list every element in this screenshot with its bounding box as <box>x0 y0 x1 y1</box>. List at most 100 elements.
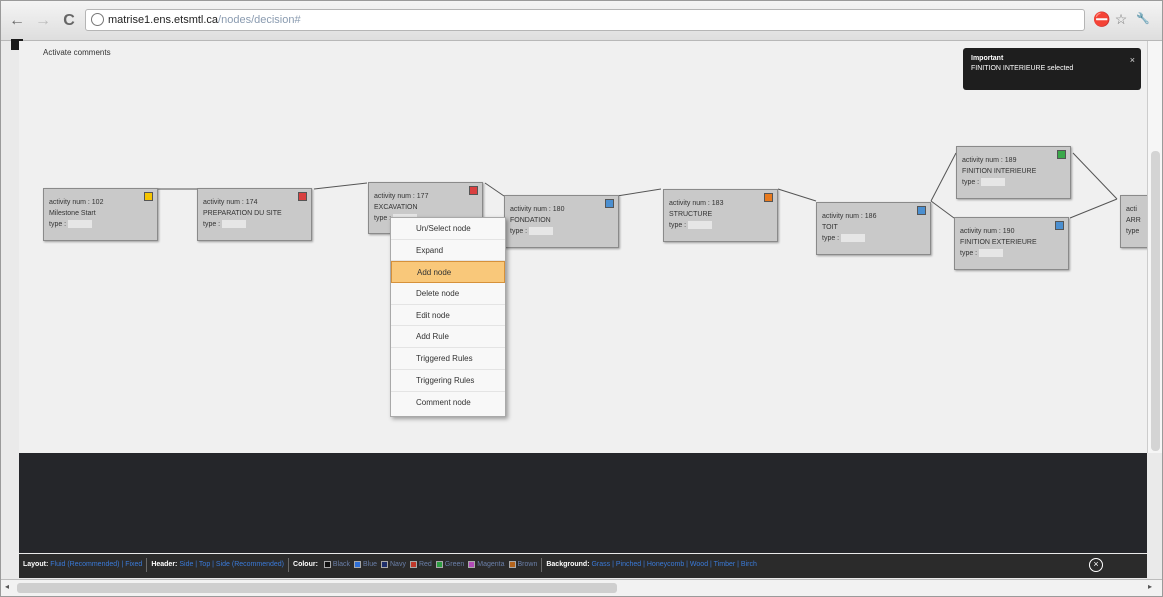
url-path: /nodes/decision# <box>218 14 301 26</box>
scroll-left-icon[interactable]: ◂ <box>5 582 9 591</box>
menu-item-triggered-rules[interactable]: Triggered Rules <box>391 348 505 370</box>
menu-item-delete-node[interactable]: Delete node <box>391 283 505 305</box>
colour-option[interactable]: Black <box>333 561 350 568</box>
graph-node-189[interactable]: activity num : 189 FINITION INTERIEURE t… <box>956 146 1071 199</box>
node-type: type <box>1126 228 1140 235</box>
graph-node-186[interactable]: activity num : 186 TOIT type : <box>816 202 931 255</box>
node-activity-name: TOIT <box>822 224 838 231</box>
toast-title: Important <box>971 55 1004 62</box>
menu-item-add-node[interactable]: Add node <box>391 261 505 284</box>
edge-186-190 <box>930 200 955 219</box>
header-options[interactable]: Side | Top | Side (Recommended) <box>179 561 284 568</box>
edge-174-177 <box>313 182 368 190</box>
scroll-right-icon[interactable]: ▸ <box>1148 582 1152 591</box>
menu-item-comment-node[interactable]: Comment node <box>391 392 505 414</box>
menu-item-triggering-rules[interactable]: Triggering Rules <box>391 370 505 392</box>
node-activity-num: activity num : 186 <box>822 213 877 220</box>
node-activity-name: FINITION EXTERIEURE <box>960 239 1037 246</box>
node-type: type : <box>669 220 777 231</box>
menu-item-edit-node[interactable]: Edit node <box>391 305 505 327</box>
scrollbar-thumb[interactable] <box>17 583 617 593</box>
menu-item-add-rule[interactable]: Add Rule <box>391 326 505 349</box>
colour-label: Colour: <box>293 561 318 569</box>
node-status-icon[interactable] <box>298 192 307 201</box>
back-icon[interactable]: ← <box>7 11 27 31</box>
node-activity-name: EXCAVATION <box>374 204 418 211</box>
browser-window: ← → C matrise1.ens.etsmtl.ca/nodes/decis… <box>0 0 1163 597</box>
colour-swatch-icon[interactable] <box>323 560 331 568</box>
node-activity-name: Milestone Start <box>49 210 96 217</box>
stop-icon[interactable]: ⛔ <box>1093 11 1110 27</box>
notification-toast: Important FINITION INTERIEURE selected × <box>963 48 1141 90</box>
horizontal-scrollbar[interactable]: ◂ ▸ <box>1 579 1162 596</box>
url-host: matrise1.ens.etsmtl.ca <box>108 14 219 26</box>
graph-node-174[interactable]: activity num : 174 PREPARATION DU SITE t… <box>197 188 312 241</box>
vertical-scrollbar[interactable] <box>1147 41 1162 453</box>
node-type: type : <box>822 233 930 244</box>
star-icon[interactable]: ☆ <box>1113 11 1129 27</box>
graph-node-190[interactable]: activity num : 190 FINITION EXTERIEURE t… <box>954 217 1069 270</box>
node-type: type : <box>49 219 157 230</box>
reload-icon[interactable]: C <box>59 11 79 31</box>
node-type: type : <box>962 177 1070 188</box>
node-type: type : <box>510 226 618 237</box>
menu-item-expand[interactable]: Expand <box>391 240 505 262</box>
node-status-icon[interactable] <box>764 193 773 202</box>
node-status-icon[interactable] <box>1055 221 1064 230</box>
colour-group: Colour: Black Blue Navy Red Green Magenta Brow… <box>289 558 543 573</box>
node-activity-name: PREPARATION DU SITE <box>203 210 282 217</box>
header-group: Header: Side | Top | Side (Recommended) <box>147 558 290 573</box>
colour-option[interactable]: Red <box>419 561 432 568</box>
node-status-icon[interactable] <box>1057 150 1066 159</box>
forward-icon[interactable]: → <box>33 11 53 31</box>
layout-group: Layout: Fluid (Recommended) | Fixed <box>19 558 148 573</box>
colour-swatch-icon[interactable] <box>435 560 443 568</box>
edge-189-end <box>1072 152 1118 200</box>
colour-swatch-icon[interactable] <box>508 560 516 568</box>
colour-option[interactable]: Magenta <box>477 561 504 568</box>
colour-swatch-icon[interactable] <box>409 560 417 568</box>
browser-toolbar: ← → C matrise1.ens.etsmtl.ca/nodes/decis… <box>1 1 1162 41</box>
layout-options[interactable]: Fluid (Recommended) | Fixed <box>50 561 142 568</box>
node-status-icon[interactable] <box>605 199 614 208</box>
colour-swatch-icon[interactable] <box>381 560 388 568</box>
graph-node-partial[interactable]: acti ARR type <box>1120 195 1147 248</box>
wrench-icon[interactable]: 🔧 <box>1135 11 1151 27</box>
page-icon <box>91 13 104 26</box>
edge-190-end <box>1069 198 1118 219</box>
address-bar[interactable]: matrise1.ens.etsmtl.ca/nodes/decision# <box>85 9 1085 31</box>
edge-180-183 <box>616 188 662 197</box>
node-status-icon[interactable] <box>144 192 153 201</box>
colour-swatch-icon[interactable] <box>353 560 361 568</box>
close-circle-icon[interactable]: × <box>1089 558 1103 572</box>
graph-node-180[interactable]: activity num : 180 FONDATION type : <box>504 195 619 248</box>
scrollbar-thumb[interactable] <box>1151 151 1160 451</box>
menu-item-unselect-node[interactable]: Un/Select node <box>391 218 505 240</box>
close-icon[interactable]: × <box>1130 55 1135 65</box>
node-type: type : <box>203 219 311 230</box>
background-options[interactable]: Grass | Pinched | Honeycomb | Wood | Tim… <box>591 561 756 568</box>
edge-177-180 <box>484 182 505 197</box>
node-status-icon[interactable] <box>469 186 478 195</box>
graph-canvas[interactable]: Activate comments activity num : 102 Mil… <box>19 41 1147 453</box>
node-activity-num: activity num : 174 <box>203 199 258 206</box>
colour-option[interactable]: Brown <box>518 561 538 568</box>
style-switcher-bar: Layout: Fluid (Recommended) | Fixed Head… <box>19 554 1147 578</box>
node-activity-num: activity num : 177 <box>374 193 429 200</box>
colour-option[interactable]: Blue <box>363 561 377 568</box>
colour-option[interactable]: Navy <box>390 561 406 568</box>
colour-option[interactable]: Green <box>445 561 464 568</box>
node-context-menu: Un/Select node Expand Add node Delete no… <box>390 217 506 417</box>
node-activity-name: FINITION INTERIEURE <box>962 168 1037 175</box>
layout-label: Layout: <box>23 561 49 569</box>
colour-swatch-icon[interactable] <box>468 560 476 568</box>
edge-183-186 <box>777 188 817 202</box>
graph-node-102[interactable]: activity num : 102 Milestone Start type … <box>43 188 158 241</box>
node-activity-name: ARR <box>1126 217 1141 224</box>
node-status-icon[interactable] <box>917 206 926 215</box>
graph-node-183[interactable]: activity num : 183 STRUCTURE type : <box>663 189 778 242</box>
node-activity-num: activity num : 102 <box>49 199 104 206</box>
background-label: Background: <box>546 561 590 569</box>
header-label: Header: <box>151 561 178 569</box>
node-activity-num: activity num : 180 <box>510 206 565 213</box>
